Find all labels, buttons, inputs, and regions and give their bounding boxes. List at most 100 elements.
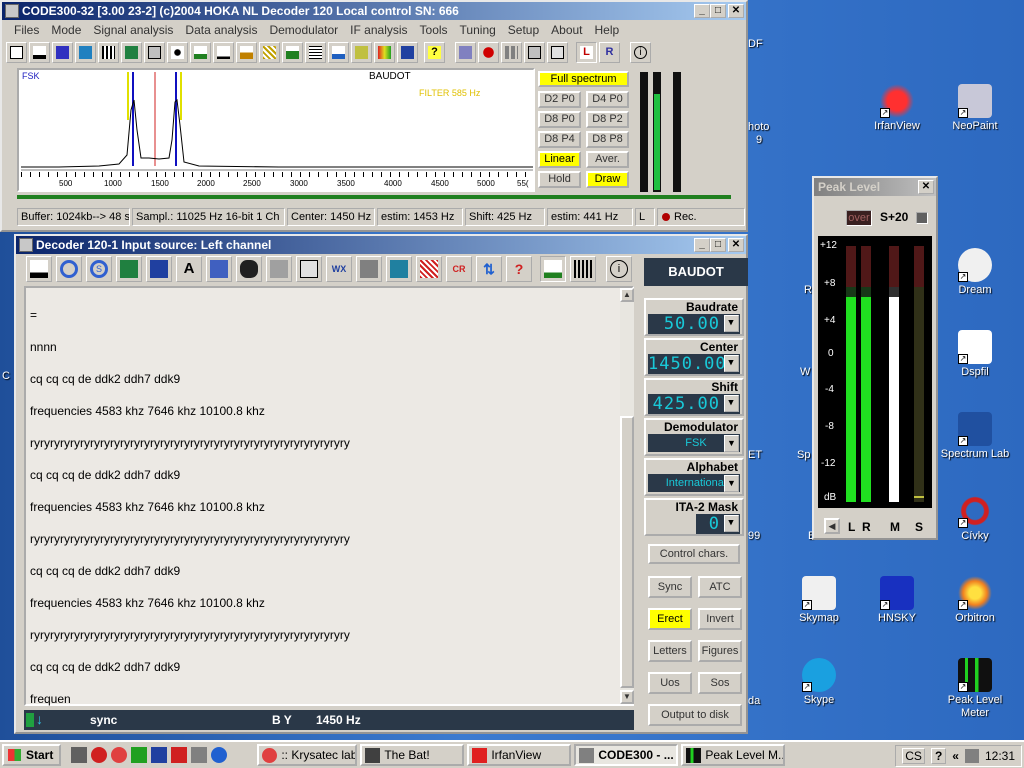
decoder-maximize-button[interactable]: □	[710, 238, 726, 252]
taskbar-button-thebat[interactable]: The Bat!	[360, 744, 465, 766]
decoder-print-button[interactable]	[266, 256, 292, 282]
menu-demodulator[interactable]: Demodulator	[263, 23, 344, 37]
info-button[interactable]: i	[630, 42, 651, 63]
sonagram-tool-button[interactable]	[52, 42, 73, 63]
letters-button[interactable]: Letters	[648, 640, 692, 662]
d8p8-button[interactable]: D8 P8	[586, 131, 629, 148]
peak-close-button[interactable]: ✕	[918, 180, 934, 194]
constellation-tool-button[interactable]	[167, 42, 188, 63]
spectrum-display[interactable]: FSK BAUDOT FILTER 585 Hz 500 1000 1500 2…	[17, 68, 535, 192]
help-icon[interactable]: ?	[930, 748, 947, 764]
help-tool-button[interactable]: ?	[424, 42, 445, 63]
draw-button[interactable]: Draw	[586, 171, 629, 188]
menu-files[interactable]: Files	[8, 23, 45, 37]
decoder-fax-button[interactable]	[386, 256, 412, 282]
decoder-save-txt-button[interactable]	[146, 256, 172, 282]
minimize-button[interactable]: _	[694, 4, 710, 18]
decoder-sync-button[interactable]: S	[86, 256, 112, 282]
control-chars-button[interactable]: Control chars.	[648, 544, 740, 564]
quicklaunch-icon[interactable]	[71, 747, 88, 763]
desktop-icon-irfanview[interactable]: ↗ IrfanView	[855, 84, 939, 133]
desktop-icon-spectrum-lab[interactable]: ↗ Spectrum Lab	[933, 412, 1017, 461]
left-channel-button[interactable]: L	[576, 42, 597, 63]
decoder-tools-button[interactable]	[356, 256, 382, 282]
menu-data-analysis[interactable]: Data analysis	[179, 23, 263, 37]
desktop-icon-skymap[interactable]: ↗ Skymap	[777, 576, 861, 625]
baudrate-field[interactable]: 50.00 ▼	[648, 314, 740, 334]
invert-button[interactable]: Invert	[698, 608, 742, 630]
desktop-icon-skype[interactable]: ↗ Skype	[777, 658, 861, 707]
erect-button[interactable]: Erect	[648, 608, 692, 630]
chart-tool-button[interactable]	[236, 42, 257, 63]
autocorrelation-tool-button[interactable]	[351, 42, 372, 63]
sync-button[interactable]: Sync	[648, 576, 692, 598]
decoder-font-button[interactable]: A	[176, 256, 202, 282]
menu-about[interactable]: About	[545, 23, 588, 37]
desktop-icon-neopaint[interactable]: ↗ NeoPaint	[933, 84, 1017, 133]
decoder-copy-button[interactable]	[206, 256, 232, 282]
d8p0-button[interactable]: D8 P0	[538, 111, 581, 128]
maximize-button[interactable]: □	[710, 4, 726, 18]
desktop-icon-peak-level-meter[interactable]: ↗ Peak Level Meter	[933, 658, 1017, 720]
levels-tool-button[interactable]	[282, 42, 303, 63]
menu-setup[interactable]: Setup	[502, 23, 545, 37]
quicklaunch-icon[interactable]	[151, 747, 168, 763]
menu-if-analysis[interactable]: IF analysis	[344, 23, 413, 37]
taskbar-button-krysatec[interactable]: :: Krysatec lab...	[257, 744, 358, 766]
decoded-text-area[interactable]: = nnnn cq cq cq de ddk2 ddh7 ddk9 freque…	[24, 286, 634, 706]
decoder-info-button[interactable]: i	[606, 256, 632, 282]
filter-tool-button[interactable]	[75, 42, 96, 63]
chevron-down-icon[interactable]: ▼	[724, 395, 739, 412]
language-indicator[interactable]: CS	[902, 748, 925, 764]
aver-button[interactable]: Aver.	[586, 151, 629, 168]
list-tool-button[interactable]	[6, 42, 27, 63]
volume-icon[interactable]	[964, 749, 979, 763]
bars-tool-button[interactable]	[98, 42, 119, 63]
decoder-close-button[interactable]: ✕	[728, 238, 744, 252]
main-titlebar[interactable]: CODE300-32 [3.00 23-2] (c)2004 HOKA NL D…	[2, 2, 746, 20]
peak-level-titlebar[interactable]: Peak Level ✕	[814, 178, 936, 196]
taskbar-button-irfanview[interactable]: IrfanView	[467, 744, 572, 766]
desktop-icon-orbitron[interactable]: ↗ Orbitron	[933, 576, 1017, 625]
alphabet-select[interactable]: International ▼	[648, 474, 740, 492]
speaker-tool-button[interactable]	[455, 42, 476, 63]
peak-option-checkbox[interactable]	[916, 212, 928, 224]
scroll-up-button[interactable]: ▲	[620, 288, 634, 302]
desktop-icon-civky[interactable]: ↗ Cívky	[933, 494, 1017, 543]
cross-tool-button[interactable]	[144, 42, 165, 63]
quicklaunch-icon[interactable]	[191, 747, 208, 763]
linear-button[interactable]: Linear	[538, 151, 581, 168]
close-button[interactable]: ✕	[728, 4, 744, 18]
chevron-down-icon[interactable]: ▼	[724, 315, 739, 332]
save-tool-button[interactable]	[524, 42, 545, 63]
decoder-find-button[interactable]	[236, 256, 262, 282]
taskbar-button-code300[interactable]: CODE300 - ...	[574, 744, 679, 766]
decoder-help-button[interactable]: ?	[506, 256, 532, 282]
quicklaunch-icon[interactable]	[91, 747, 108, 763]
table-tool-button[interactable]	[305, 42, 326, 63]
d8p4-button[interactable]: D8 P4	[538, 131, 581, 148]
decoder-tune-button[interactable]	[540, 256, 566, 282]
shift-field[interactable]: 425.00 ▼	[648, 394, 740, 414]
output-to-disk-button[interactable]: Output to disk	[648, 704, 742, 726]
decoder-save-button[interactable]	[116, 256, 142, 282]
spectrum-tool-button[interactable]	[29, 42, 50, 63]
start-button[interactable]: Start	[2, 744, 62, 766]
decoder-spectrum-button[interactable]	[26, 256, 52, 282]
sos-button[interactable]: Sos	[698, 672, 742, 694]
decoder-grid-button[interactable]	[416, 256, 442, 282]
center-field[interactable]: 1450.00 ▼	[648, 354, 740, 374]
chevron-down-icon[interactable]: ▼	[724, 515, 739, 532]
quicklaunch-icon[interactable]	[131, 747, 148, 763]
decoder-updown-button[interactable]: ⇅	[476, 256, 502, 282]
d8p2-button[interactable]: D8 P2	[586, 111, 629, 128]
decoder-wx-button[interactable]: WX	[326, 256, 352, 282]
ita2-mask-field[interactable]: 0 ▼	[696, 514, 740, 534]
export-tool-button[interactable]	[547, 42, 568, 63]
menu-signal-analysis[interactable]: Signal analysis	[87, 23, 179, 37]
chevron-down-icon[interactable]: ▼	[724, 355, 739, 372]
decoder-clipboard-button[interactable]	[296, 256, 322, 282]
graph-tool-button[interactable]	[213, 42, 234, 63]
decoder-refresh-button[interactable]	[56, 256, 82, 282]
demodulator-select[interactable]: FSK ▼	[648, 434, 740, 452]
